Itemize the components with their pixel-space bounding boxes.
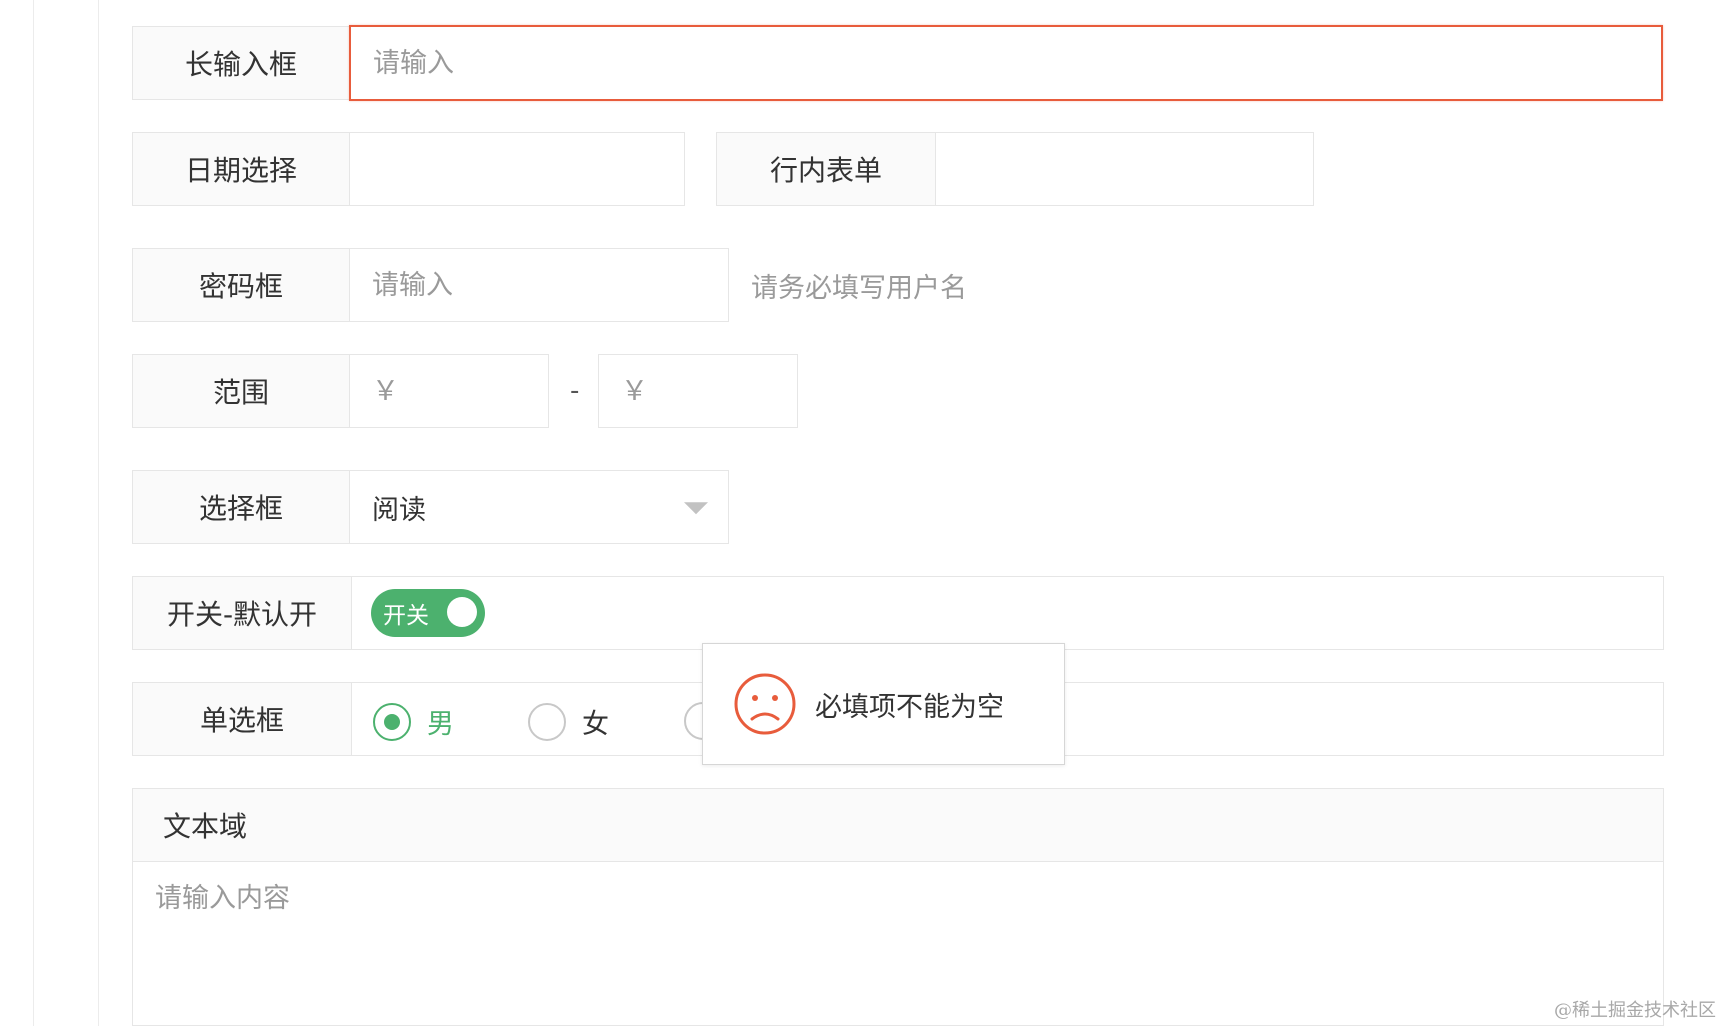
- toast-message: 必填项不能为空: [815, 691, 1004, 723]
- long-input-label: 长输入框: [132, 26, 350, 100]
- radio-option-label: 男: [427, 709, 454, 740]
- date-picker-field[interactable]: [349, 132, 685, 206]
- range-separator: -: [570, 376, 580, 406]
- textarea-input[interactable]: [155, 876, 1641, 1011]
- range-to-field[interactable]: [598, 354, 798, 428]
- range-label: 范围: [132, 354, 350, 428]
- select-field[interactable]: 阅读: [349, 470, 729, 544]
- radio-checked-icon: [373, 702, 411, 741]
- chevron-down-icon[interactable]: [684, 502, 708, 515]
- switch-toggle[interactable]: 开关: [371, 589, 485, 637]
- date-picker-label: 日期选择: [132, 132, 350, 206]
- password-input[interactable]: [372, 269, 728, 301]
- select-label: 选择框: [132, 470, 350, 544]
- switch-knob: [447, 597, 477, 627]
- left-border-line: [33, 0, 34, 1026]
- range-to-input[interactable]: [621, 375, 797, 407]
- textarea-field[interactable]: [132, 862, 1664, 1026]
- password-field[interactable]: [349, 248, 729, 322]
- inline-form-field[interactable]: [935, 132, 1314, 206]
- textarea-label: 文本域: [132, 788, 1664, 862]
- sad-face-icon: [734, 673, 796, 735]
- radio-label: 单选框: [132, 682, 352, 756]
- range-from-field[interactable]: [349, 354, 549, 428]
- inline-form-label: 行内表单: [716, 132, 936, 206]
- range-from-input[interactable]: [372, 375, 548, 407]
- content-border-line: [98, 0, 99, 1026]
- long-input-field[interactable]: [349, 25, 1663, 101]
- password-hint: 请务必填写用户名: [751, 273, 967, 304]
- radio-option-male[interactable]: 男: [373, 702, 454, 741]
- watermark: @稀土掘金技术社区: [1554, 1000, 1716, 1021]
- radio-option-female[interactable]: 女: [528, 702, 609, 741]
- long-input[interactable]: [373, 47, 1661, 79]
- radio-option-label: 女: [582, 709, 609, 740]
- error-toast: 必填项不能为空: [702, 643, 1065, 765]
- switch-row: [351, 576, 1664, 650]
- select-value: 阅读: [372, 494, 426, 526]
- switch-text: 开关: [383, 603, 429, 629]
- form-page: 长输入框 日期选择 行内表单 密码框 请务必填写用户名 范围 - 选择框 阅读 …: [0, 0, 1720, 1026]
- switch-label: 开关-默认开: [132, 576, 352, 650]
- password-label: 密码框: [132, 248, 350, 322]
- radio-unchecked-icon: [528, 702, 566, 741]
